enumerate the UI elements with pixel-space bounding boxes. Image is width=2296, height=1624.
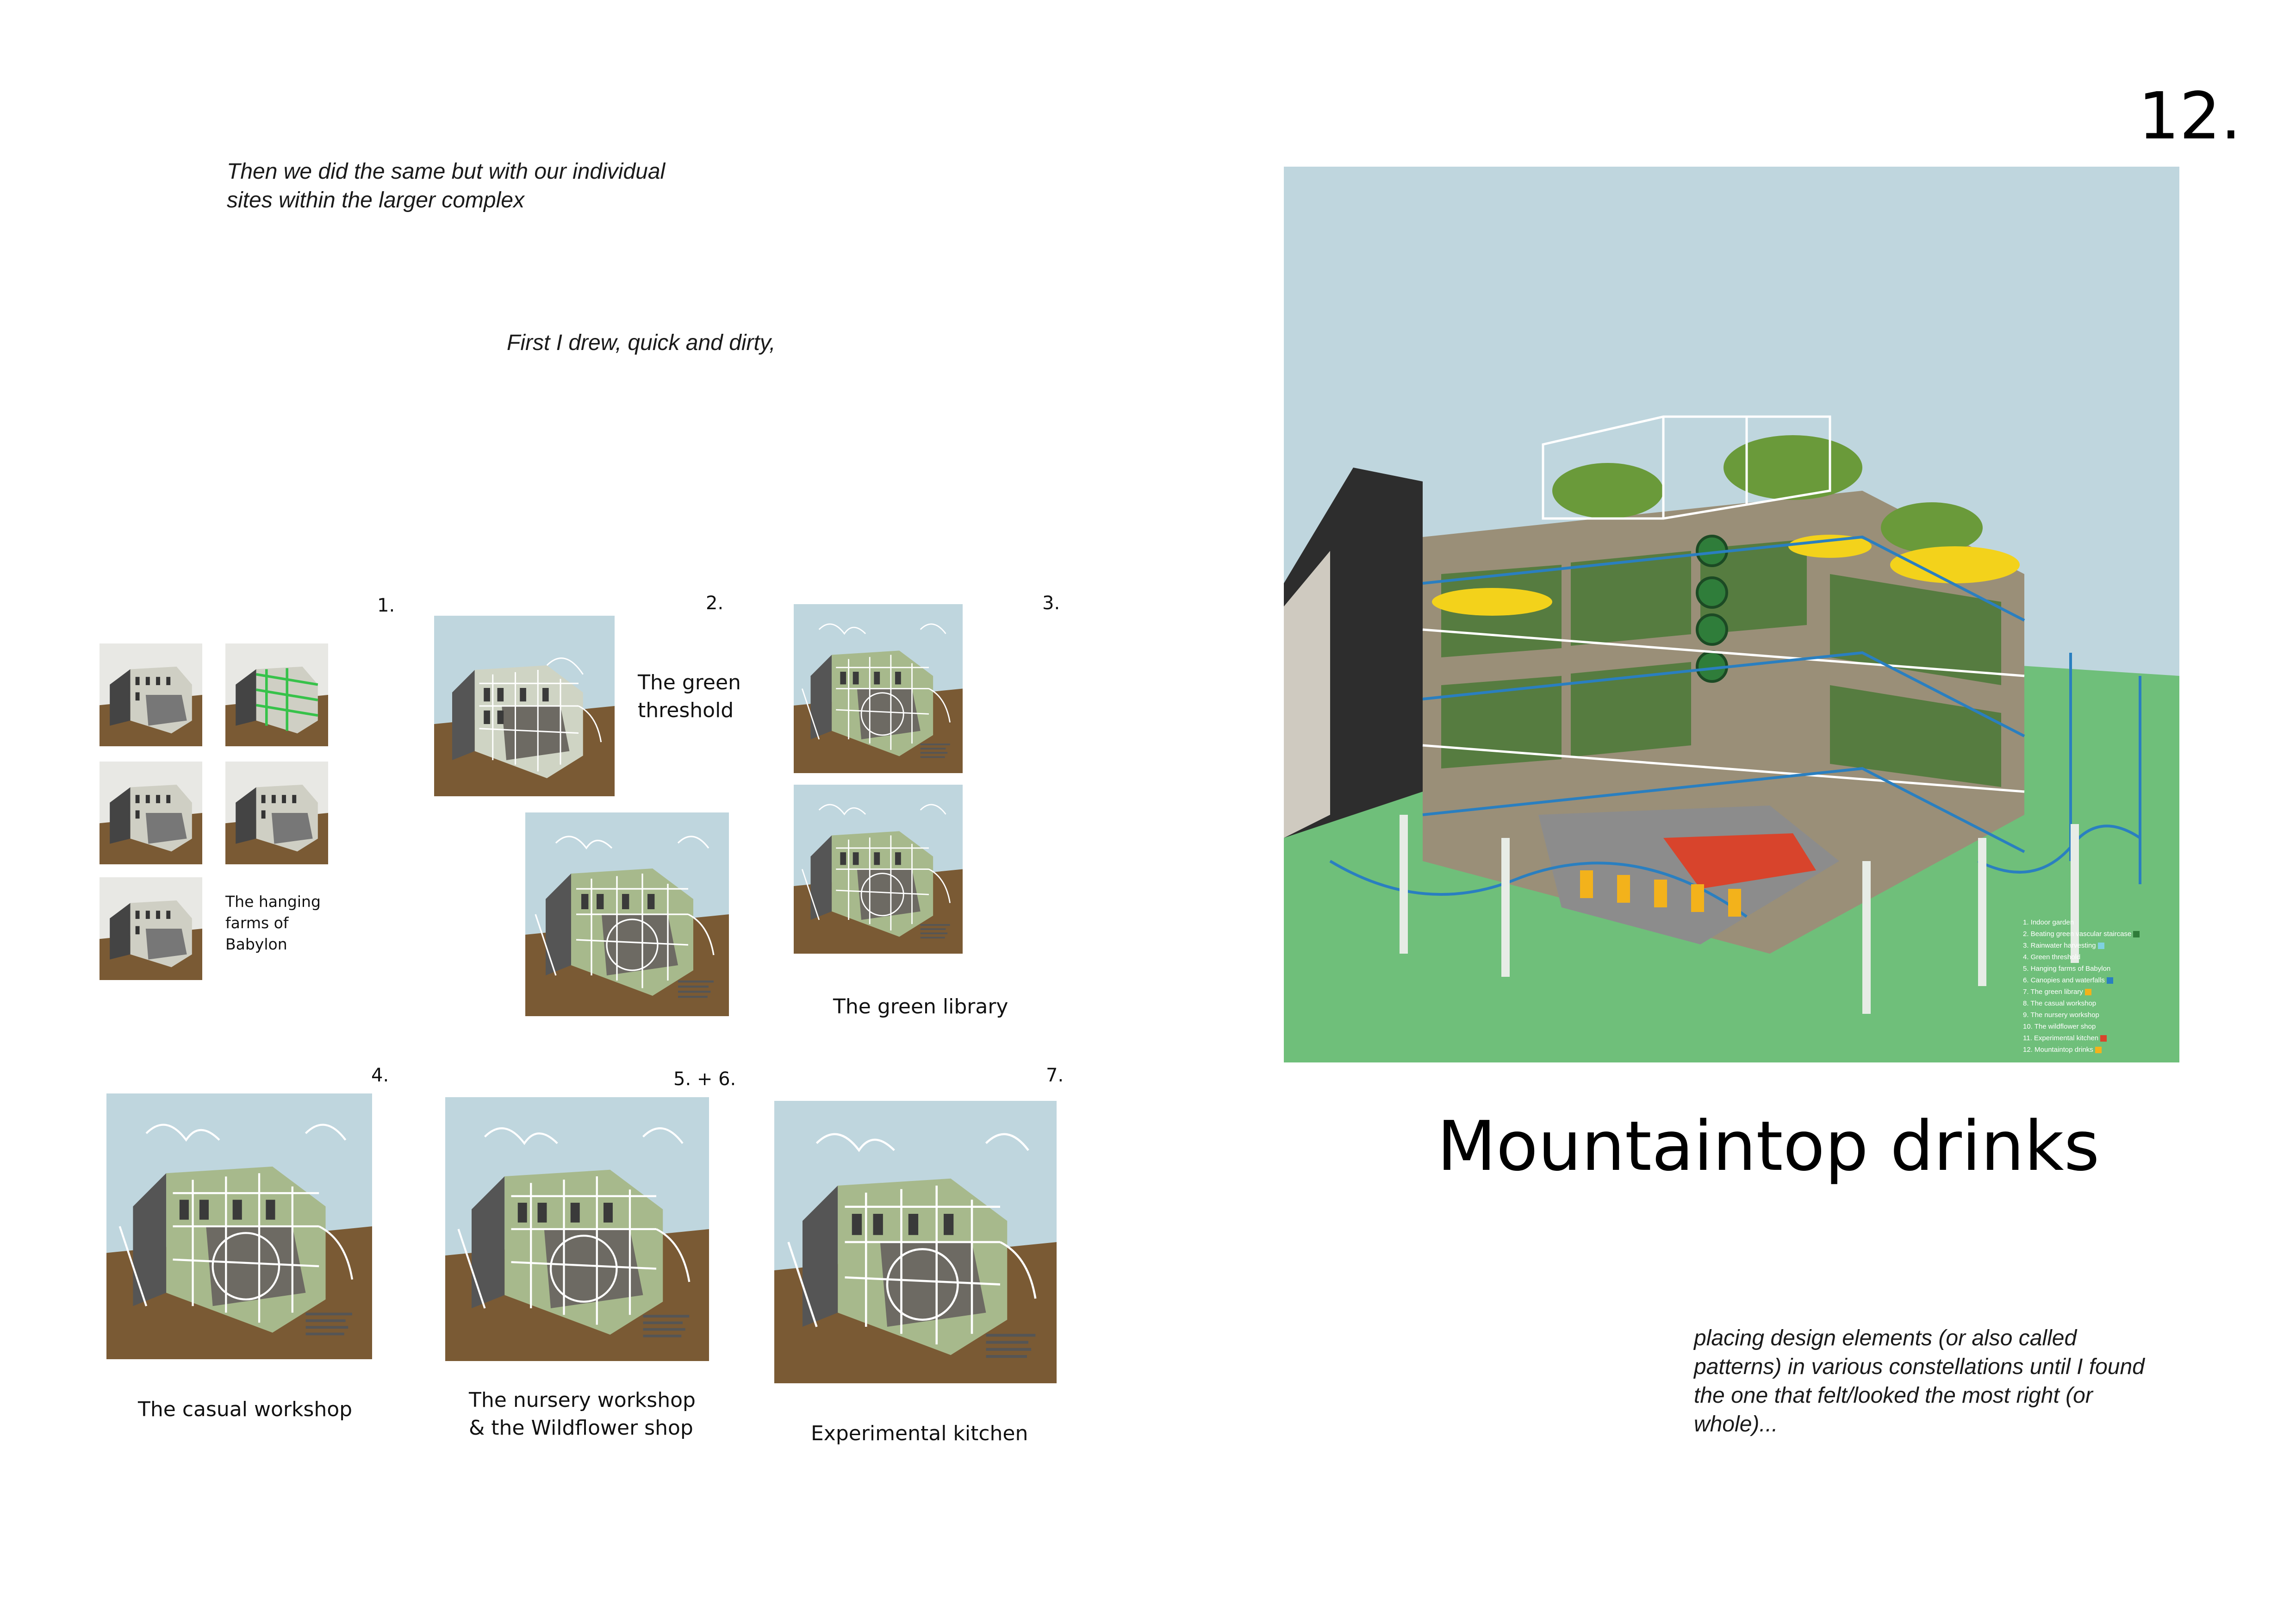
legend-item-3-text: 3. Rainwater harvesting (2023, 942, 2096, 949)
legend-swatch-2 (2133, 931, 2140, 938)
page-number: 12. (2138, 79, 2241, 154)
section-2-label: The green threshold (638, 669, 741, 725)
legend-item-7-text: 7. The green library (2023, 988, 2083, 996)
legend-item-1: 1. Indoor garden (2023, 918, 2074, 926)
legend-item-2-text: 2. Beating green vascular staircase (2023, 930, 2132, 938)
section-1-label-line-2: farms of (225, 914, 289, 932)
section-1-label-line-3: Babylon (225, 935, 287, 953)
sketch-1d (225, 762, 328, 864)
closing-note-line-3: the one that felt/looked the most right … (1694, 1383, 2093, 1408)
closing-note-line-1: placing design elements (or also called (1694, 1326, 2077, 1350)
legend-swatch-6 (2106, 977, 2113, 984)
closing-note-line-4: whole)... (1694, 1412, 1778, 1437)
legend-item-12: 12. Mountaintop drinks (2023, 1044, 2140, 1056)
sketch-1c (100, 762, 202, 864)
legend-item-10: 10. The wildflower shop (2023, 1023, 2096, 1031)
sketch-3a (794, 604, 963, 773)
closing-note-line-2: patterns) in various constellations unti… (1694, 1355, 2145, 1379)
intro-note: Then we did the same but with our indivi… (227, 157, 665, 215)
legend-item-12-text: 12. Mountaintop drinks (2023, 1046, 2093, 1054)
legend-item-9: 9. The nursery workshop (2023, 1011, 2099, 1019)
legend-item-3: 3. Rainwater harvesting (2023, 940, 2140, 951)
legend-item-11-text: 11. Experimental kitchen (2023, 1034, 2099, 1042)
legend-item-2: 2. Beating green vascular staircase (2023, 928, 2140, 940)
main-illustration: 1. Indoor garden 2. Beating green vascul… (1284, 167, 2179, 1062)
sketch-2a (434, 616, 615, 796)
legend-item-11: 11. Experimental kitchen (2023, 1032, 2140, 1044)
legend-swatch-3 (2097, 943, 2104, 949)
sketch-3b (794, 785, 963, 954)
sketch-4 (106, 1093, 372, 1359)
section-2-number: 2. (706, 593, 724, 614)
section-4-number: 4. (371, 1065, 389, 1086)
section-2-label-line-2: threshold (638, 699, 734, 722)
main-title: Mountaintop drinks (1437, 1106, 2100, 1186)
legend-swatch-7 (2084, 989, 2091, 996)
sketch-56 (445, 1097, 709, 1361)
legend-item-4: 4. Green threshold (2023, 953, 2081, 961)
legend-item-6-text: 6. Canopies and waterfalls (2023, 976, 2105, 984)
legend-item-5: 5. Hanging farms of Babylon (2023, 965, 2111, 973)
sketch-1b (225, 643, 328, 746)
section-2-label-line-1: The green (638, 671, 741, 694)
section-4-label: The casual workshop (138, 1398, 353, 1421)
section-56-number: 5. + 6. (673, 1068, 736, 1090)
sketch-1e (100, 877, 202, 980)
section-1-label: The hanging farms of Babylon (225, 891, 321, 955)
legend-item-6: 6. Canopies and waterfalls (2023, 974, 2140, 986)
closing-note: placing design elements (or also called … (1694, 1324, 2145, 1439)
sketch-7 (774, 1101, 1057, 1383)
legend-swatch-11 (2100, 1035, 2107, 1042)
drew-note: First I drew, quick and dirty, (507, 331, 776, 355)
section-7-number: 7. (1046, 1065, 1064, 1086)
intro-line-1: Then we did the same but with our indivi… (227, 159, 666, 184)
section-56-label-line-1: The nursery workshop (469, 1388, 696, 1412)
legend-swatch-12 (2095, 1047, 2102, 1054)
section-56-label-line-2: & the Wildflower shop (469, 1416, 693, 1440)
section-56-label: The nursery workshop & the Wildflower sh… (469, 1387, 696, 1442)
sketch-2b (525, 812, 729, 1016)
sketch-1a (100, 643, 202, 746)
legend-item-7: 7. The green library (2023, 986, 2140, 998)
section-1-number: 1. (377, 595, 395, 616)
section-3-number: 3. (1042, 593, 1060, 614)
legend-item-8: 8. The casual workshop (2023, 999, 2097, 1007)
section-1-label-line-1: The hanging (225, 893, 321, 911)
section-7-label: Experimental kitchen (811, 1422, 1028, 1445)
section-3-label: The green library (833, 995, 1008, 1018)
legend: 1. Indoor garden 2. Beating green vascul… (2023, 917, 2140, 1056)
intro-line-2: sites within the larger complex (227, 188, 524, 212)
